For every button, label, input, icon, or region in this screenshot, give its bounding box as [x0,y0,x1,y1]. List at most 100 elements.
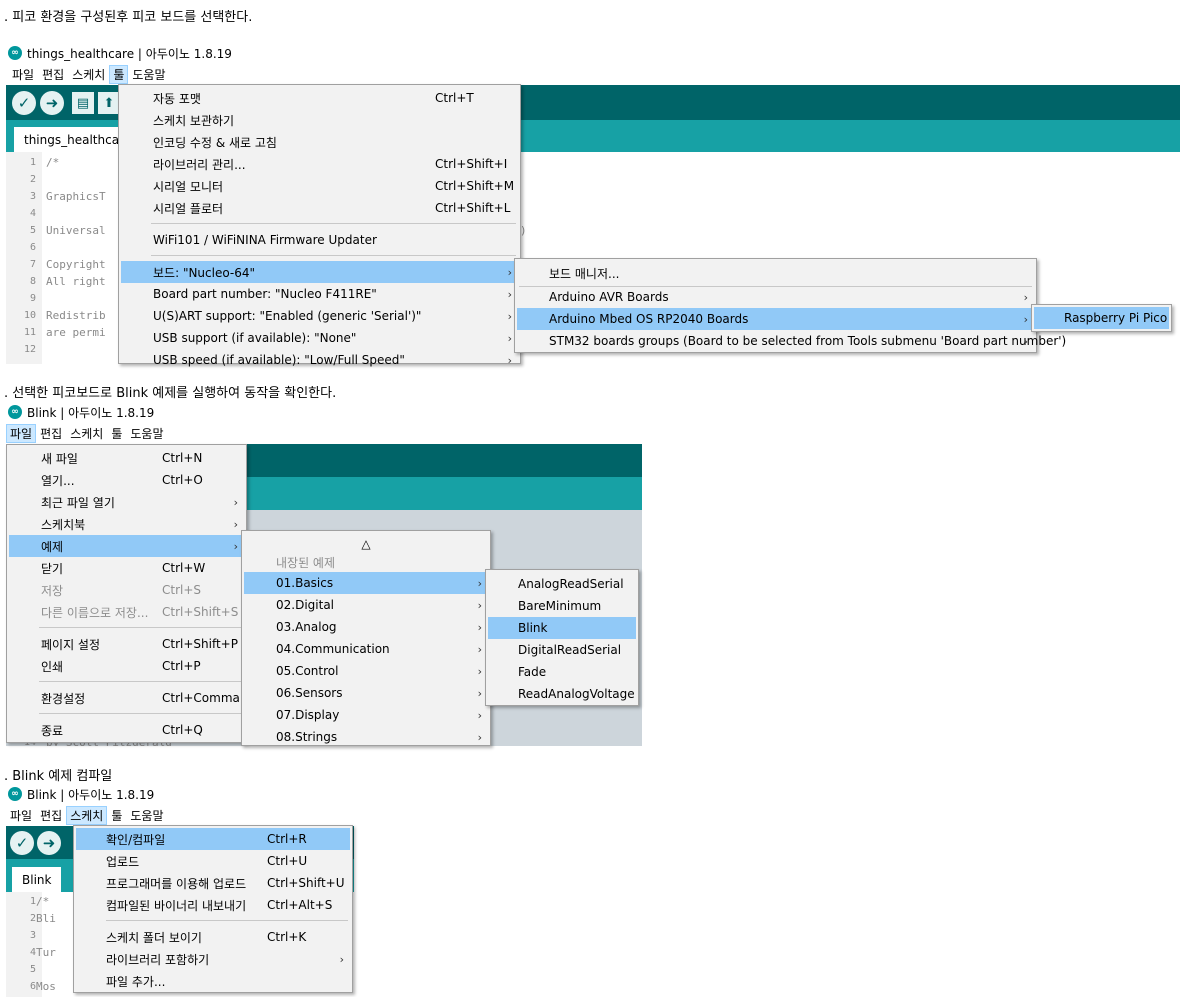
menu-sketch[interactable]: 스케치 [66,806,108,825]
menu-item-sketchbook[interactable]: 스케치북 › [9,513,244,535]
menu-item-new[interactable]: 새 파일 Ctrl+N [9,447,244,469]
menu-edit[interactable]: 편집 [36,806,66,825]
arduino-logo-icon: ∞ [8,405,22,419]
menu-item-stm32-boards[interactable]: STM32 boards groups (Board to be selecte… [517,330,1066,352]
menu-item-open-recent[interactable]: 최근 파일 열기 › [9,491,244,513]
menu-item-analogreadserial[interactable]: AnalogReadSerial [488,573,636,595]
menu-item-readanalogvoltage[interactable]: ReadAnalogVoltage [488,683,636,705]
menu-sketch[interactable]: 스케치 [66,424,107,443]
menu-item-board[interactable]: 보드: "Nucleo-64" › [121,261,518,283]
menu-item-page-setup[interactable]: 페이지 설정 Ctrl+Shift+P [9,633,244,655]
menu-item-verify-compile[interactable]: 확인/컴파일 Ctrl+R [76,828,350,850]
menu-item-open[interactable]: 열기... Ctrl+O [9,469,244,491]
code-line: /* [46,156,60,169]
menu-item-mbed-rp2040-boards[interactable]: Arduino Mbed OS RP2040 Boards › [517,308,1034,330]
menu-item-raspberry-pi-pico[interactable]: Raspberry Pi Pico [1034,307,1169,329]
menu-item-blink[interactable]: Blink [488,617,636,639]
menu-item-06-sensors[interactable]: 06.Sensors › [244,682,488,704]
arduino-logo-icon: ∞ [8,46,22,60]
menu-item-include-library[interactable]: 라이브러리 포함하기 › [76,948,350,970]
menu-item-save[interactable]: 저장 Ctrl+S [9,579,244,601]
menu-edit[interactable]: 편집 [38,65,68,84]
menu-item-digitalreadserial[interactable]: DigitalReadSerial [488,639,636,661]
menu-item-05-control[interactable]: 05.Control › [244,660,488,682]
menu-item-serial-monitor[interactable]: 시리얼 모니터 Ctrl+Shift+M [121,175,518,197]
code-line: All right [46,275,106,288]
menu-item-02-digital[interactable]: 02.Digital › [244,594,488,616]
menu-item-examples[interactable]: 예제 › [9,535,244,557]
menu-tools[interactable]: 툴 [107,806,126,825]
chevron-right-icon: › [1023,290,1028,304]
chevron-right-icon: › [477,576,482,590]
menu-help[interactable]: 도움말 [126,424,167,443]
line-number: 1 [29,157,36,168]
code-line: GraphicsT [46,190,106,203]
menu-tools[interactable]: 툴 [107,424,126,443]
menubar: 파일 편집 스케치 툴 도움말 [6,806,167,825]
window-title: Blink | 아두이노 1.8.19 [27,405,155,420]
menu-item-close[interactable]: 닫기 Ctrl+W [9,557,244,579]
examples-submenu: △ 내장된 예제 01.Basics › 02.Digital › 03.Ana… [241,530,491,746]
menu-item-fix-encoding[interactable]: 인코딩 수정 & 새로 고침 [121,131,518,153]
chevron-right-icon: › [477,620,482,634]
menu-tools[interactable]: 툴 [109,65,129,84]
menu-item-01-basics[interactable]: 01.Basics › [244,572,488,594]
menu-item-show-sketch-folder[interactable]: 스케치 폴더 보이기 Ctrl+K [76,926,350,948]
line-number: 6 [29,242,36,253]
menu-item-03-analog[interactable]: 03.Analog › [244,616,488,638]
menu-item-auto-format[interactable]: 자동 포맷 Ctrl+T [121,87,518,109]
menu-item-firmware-updater[interactable]: WiFi101 / WiFiNINA Firmware Updater [121,229,518,251]
menu-item-07-display[interactable]: 07.Display › [244,704,488,726]
menu-item-export-binary[interactable]: 컴파일된 바이너리 내보내기 Ctrl+Alt+S [76,894,350,916]
upload-icon[interactable]: ➜ [37,831,61,855]
menu-edit[interactable]: 편집 [36,424,66,443]
upload-icon[interactable]: ➜ [40,91,64,115]
new-icon[interactable]: ▤ [72,92,94,114]
examples-header: 내장된 예제 [276,555,336,570]
menu-item-manage-libraries[interactable]: 라이브러리 관리... Ctrl+Shift+I [121,153,518,175]
menu-help[interactable]: 도움말 [128,65,169,84]
code-line: Universal [46,224,106,237]
menu-item-serial-plotter[interactable]: 시리얼 플로터 Ctrl+Shift+L [121,197,518,219]
menu-item-save-as[interactable]: 다른 이름으로 저장... Ctrl+Shift+S [9,601,244,623]
menu-file[interactable]: 파일 [8,65,38,84]
menu-file[interactable]: 파일 [6,424,37,443]
menu-separator [151,255,516,256]
chevron-right-icon: › [507,353,512,367]
menu-item-upload-programmer[interactable]: 프로그래머를 이용해 업로드 Ctrl+Shift+U [76,872,350,894]
basics-submenu: AnalogReadSerial BareMinimum Blink Digit… [485,569,639,706]
menubar: 파일 편집 스케치 툴 도움말 [6,424,167,443]
line-number: 5 [29,225,36,236]
window-title: Blink | 아두이노 1.8.19 [27,787,155,802]
menu-item-04-communication[interactable]: 04.Communication › [244,638,488,660]
open-icon[interactable]: ⬆ [98,92,120,114]
menu-item-board-manager[interactable]: 보드 매니저... [517,262,1034,284]
tools-menu: 자동 포맷 Ctrl+T 스케치 보관하기 인코딩 수정 & 새로 고침 라이브… [118,84,521,367]
menu-item-preferences[interactable]: 환경설정 Ctrl+Comma [9,687,244,709]
menu-item-usb-support[interactable]: USB support (if available): "None" › [121,327,518,349]
menu-item-quit[interactable]: 종료 Ctrl+Q [9,719,244,741]
chevron-right-icon: › [507,265,512,279]
menu-file[interactable]: 파일 [6,806,36,825]
menu-item-print[interactable]: 인쇄 Ctrl+P [9,655,244,677]
menu-item-upload[interactable]: 업로드 Ctrl+U [76,850,350,872]
tab-blink[interactable]: Blink [12,867,62,892]
menu-item-08-strings[interactable]: 08.Strings › [244,726,488,748]
menu-item-avr-boards[interactable]: Arduino AVR Boards › [517,286,1034,308]
menu-item-archive-sketch[interactable]: 스케치 보관하기 [121,109,518,131]
line-number: 12 [23,344,36,355]
menu-item-fade[interactable]: Fade [488,661,636,683]
menu-item-usart-support[interactable]: U(S)ART support: "Enabled (generic 'Seri… [121,305,518,327]
window-titlebar: ∞ Blink | 아두이노 1.8.19 [8,403,154,421]
menu-item-bareminimum[interactable]: BareMinimum [488,595,636,617]
menubar: 파일 편집 스케치 툴 도움말 [8,65,169,84]
chevron-right-icon: › [1023,334,1028,348]
menu-item-usb-speed[interactable]: USB speed (if available): "Low/Full Spee… [121,349,518,371]
menu-item-board-part-number[interactable]: Board part number: "Nucleo F411RE" › [121,283,518,305]
code-line: Mos [36,980,56,993]
verify-icon[interactable]: ✓ [10,831,34,855]
verify-icon[interactable]: ✓ [12,91,36,115]
menu-help[interactable]: 도움말 [126,806,167,825]
menu-item-add-file[interactable]: 파일 추가... [76,970,350,992]
menu-sketch[interactable]: 스케치 [68,65,109,84]
